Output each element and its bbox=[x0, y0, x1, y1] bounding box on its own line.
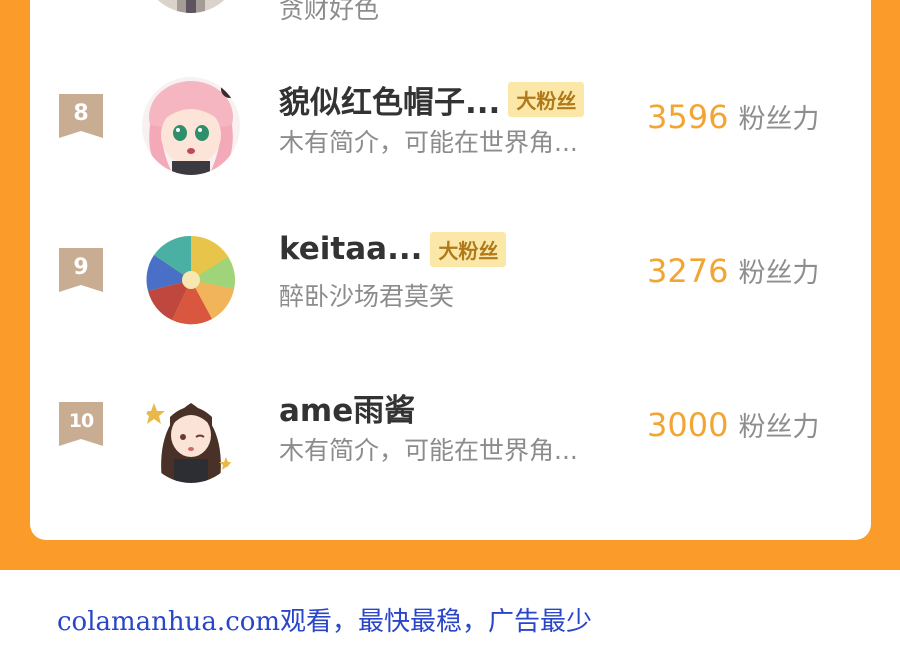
fan-score-unit: 粉丝力 bbox=[738, 258, 820, 289]
user-name[interactable]: keitaa... bbox=[279, 231, 422, 267]
fan-score: 3596 粉丝力 bbox=[647, 97, 819, 136]
avatar[interactable] bbox=[142, 77, 240, 175]
user-bio: 木有简介，可能在世界角... bbox=[279, 128, 578, 157]
fan-ranking-card: 贪财好色 8 貌似红色帽子... 大粉丝 木有简介，可能在世界角... 3596… bbox=[30, 0, 871, 540]
fan-score-unit: 粉丝力 bbox=[738, 104, 820, 135]
site-watermark-text: colamanhua.com观看，最快最稳，广告最少 bbox=[57, 607, 593, 637]
user-bio: 木有简介，可能在世界角... bbox=[279, 436, 578, 465]
avatar[interactable] bbox=[142, 0, 240, 13]
user-name[interactable]: ame雨酱 bbox=[279, 385, 415, 430]
user-name-line: ame雨酱 bbox=[279, 385, 415, 430]
list-item[interactable]: 10 ame雨酱 木有简介，可能在世界角... 3000 粉丝力 bbox=[30, 381, 871, 491]
rank-badge: 10 bbox=[59, 402, 103, 446]
fan-score: 3276 粉丝力 bbox=[647, 251, 819, 290]
user-name-line: 貌似红色帽子... 大粉丝 bbox=[279, 77, 585, 122]
rank-badge: 8 bbox=[59, 94, 103, 138]
user-bio: 贪财好色 bbox=[279, 0, 380, 24]
fan-score-value: 3276 bbox=[647, 252, 729, 290]
big-fan-badge: 大粉丝 bbox=[430, 231, 507, 267]
fan-score-value: 3596 bbox=[647, 98, 729, 136]
big-fan-badge: 大粉丝 bbox=[508, 82, 585, 117]
fan-score: 3000 粉丝力 bbox=[647, 405, 819, 444]
avatar[interactable] bbox=[142, 231, 240, 329]
avatar[interactable] bbox=[142, 385, 240, 483]
user-bio: 醉卧沙场君莫笑 bbox=[279, 282, 455, 311]
list-item[interactable]: 8 貌似红色帽子... 大粉丝 木有简介，可能在世界角... 3596 粉丝力 bbox=[30, 73, 871, 183]
fan-score-value: 3000 bbox=[647, 406, 729, 444]
user-name[interactable]: 貌似红色帽子... bbox=[279, 77, 500, 122]
user-name-line: keitaa... 大粉丝 bbox=[279, 231, 507, 267]
rank-badge: 9 bbox=[59, 248, 103, 292]
list-item-prev[interactable]: 贪财好色 bbox=[30, 0, 871, 24]
fan-score-unit: 粉丝力 bbox=[738, 412, 820, 443]
list-item[interactable]: 9 keitaa... 大粉丝 醉卧沙场君莫笑 3276 粉丝力 bbox=[30, 227, 871, 337]
